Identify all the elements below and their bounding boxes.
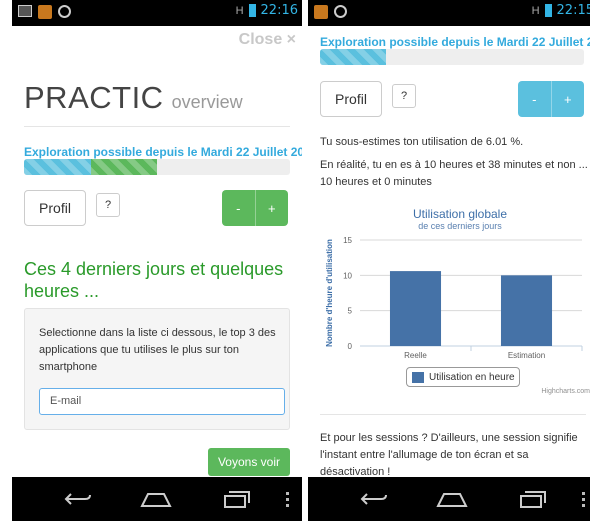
panel-instructions: Selectionne dans la liste ci dessous, le… xyxy=(39,327,276,373)
recent-apps-icon[interactable] xyxy=(218,477,254,521)
x-tick-label: Reelle xyxy=(404,351,427,360)
y-tick-label: 0 xyxy=(348,342,353,351)
profil-button[interactable]: Profil xyxy=(320,81,382,117)
divider xyxy=(24,126,290,127)
bar xyxy=(500,275,553,346)
underestimate-text: Tu sous-estimes ton utilisation de 6.01 … xyxy=(320,136,524,148)
profil-button[interactable]: Profil xyxy=(24,190,86,226)
reality-text: En réalité, tu en es à 10 heures et 38 m… xyxy=(320,159,588,188)
email-field[interactable]: E-mail xyxy=(39,388,285,415)
chart-credits[interactable]: Highcharts.com xyxy=(541,388,590,395)
close-button[interactable]: Close × xyxy=(239,31,296,49)
chart-title: Utilisation globale xyxy=(413,207,507,221)
screenshot-stage: H 22:16 Close × PRACTIC overview Explora… xyxy=(0,0,590,521)
status-clock: 22:15 xyxy=(556,3,590,18)
brand-subtitle: overview xyxy=(171,92,243,112)
chart-legend[interactable]: Utilisation en heure xyxy=(406,367,520,387)
x-tick-label: Estimation xyxy=(508,351,545,360)
y-tick-label: 5 xyxy=(348,307,353,316)
progress-segment-blue xyxy=(24,159,91,175)
help-button[interactable]: ? xyxy=(96,193,120,217)
phone-left: H 22:16 Close × PRACTIC overview Explora… xyxy=(12,0,302,521)
chart-subtitle: de ces derniers jours xyxy=(418,221,502,231)
menu-icon[interactable] xyxy=(280,477,294,521)
battery-icon xyxy=(248,4,256,17)
app-notification-icon xyxy=(314,5,328,19)
section-heading: Ces 4 derniers jours et quelques heures … xyxy=(24,259,284,301)
status-bar: H 22:16 xyxy=(12,0,302,26)
image-notification-icon xyxy=(18,5,32,17)
plus-button[interactable]: + xyxy=(254,190,289,226)
progress-bar xyxy=(320,49,584,65)
back-icon[interactable] xyxy=(60,477,96,521)
progress-segment-green xyxy=(90,159,157,175)
increment-stepper: - + xyxy=(518,81,584,117)
divider xyxy=(320,414,586,415)
app-notification-icon xyxy=(38,5,52,19)
recent-apps-icon[interactable] xyxy=(514,477,550,521)
selection-panel: Selectionne dans la liste ci dessous, le… xyxy=(24,308,290,430)
signal-icon: H xyxy=(235,4,244,17)
alarm-icon xyxy=(334,5,347,18)
minus-button[interactable]: - xyxy=(518,81,551,117)
back-icon[interactable] xyxy=(356,477,392,521)
legend-swatch xyxy=(412,371,424,383)
signal-icon: H xyxy=(531,4,540,17)
help-button[interactable]: ? xyxy=(392,84,416,108)
alarm-icon xyxy=(58,5,71,18)
brand-title: PRACTIC overview xyxy=(24,80,243,116)
status-clock: 22:16 xyxy=(260,3,298,18)
minus-button[interactable]: - xyxy=(222,190,255,226)
phone-right: H 22:15 Exploration possible depuis le M… xyxy=(308,0,590,521)
y-tick-label: 15 xyxy=(343,236,352,245)
exploration-notice: Exploration possible depuis le Mardi 22 … xyxy=(320,35,590,49)
y-tick-label: 10 xyxy=(343,271,352,280)
bar xyxy=(389,271,442,346)
sessions-text: Et pour les sessions ? D'ailleurs, une s… xyxy=(320,432,578,478)
battery-icon xyxy=(544,4,552,17)
usage-chart: Utilisation globale de ces derniers jours… xyxy=(320,201,590,401)
status-bar: H 22:15 xyxy=(308,0,590,26)
navigation-bar xyxy=(12,477,302,521)
menu-icon[interactable] xyxy=(576,477,590,521)
y-axis-label: Nombre d'heure d'utilisation xyxy=(325,239,334,347)
exploration-notice: Exploration possible depuis le Mardi 22 … xyxy=(24,145,302,159)
progress-bar xyxy=(24,159,290,175)
plus-button[interactable]: + xyxy=(550,81,585,117)
home-icon[interactable] xyxy=(434,477,470,521)
voyons-voir-button[interactable]: Voyons voir xyxy=(208,448,290,476)
increment-stepper: - + xyxy=(222,190,288,226)
brand-name: PRACTIC xyxy=(24,80,164,115)
navigation-bar xyxy=(308,477,590,521)
home-icon[interactable] xyxy=(138,477,174,521)
legend-label: Utilisation en heure xyxy=(429,371,515,383)
progress-segment-blue xyxy=(320,49,386,65)
